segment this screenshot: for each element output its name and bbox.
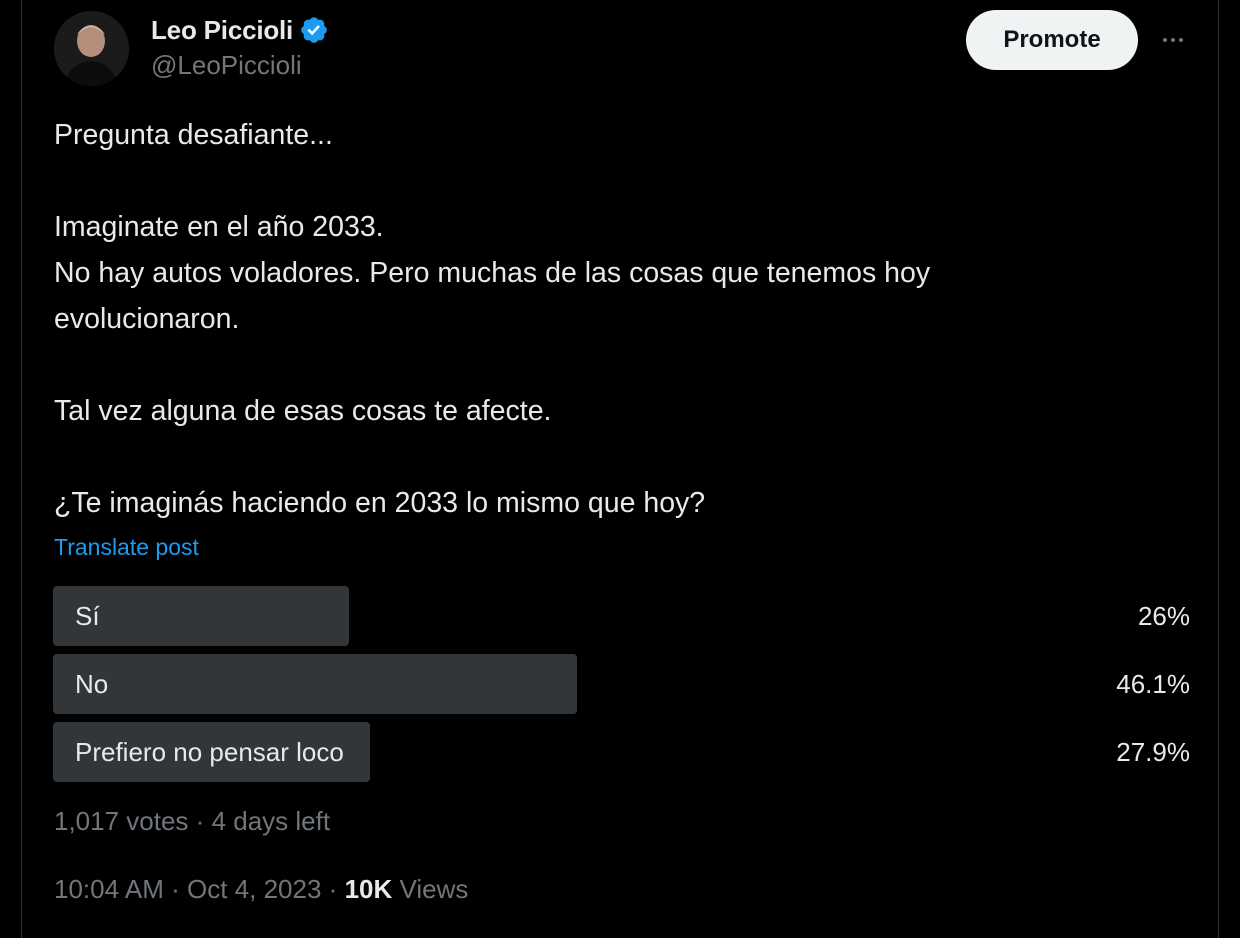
poll-option-percent: 26% bbox=[1137, 601, 1190, 631]
separator: · bbox=[171, 874, 180, 904]
poll-votes: 1,017 votes bbox=[54, 806, 189, 836]
avatar-image bbox=[54, 11, 129, 86]
promote-button[interactable]: Promote bbox=[966, 10, 1138, 70]
separator: · bbox=[328, 874, 338, 904]
post-meta: 10:04 AM · Oct 4, 2023 · 10K Views bbox=[54, 874, 468, 905]
display-name[interactable]: Leo Piccioli bbox=[151, 15, 293, 46]
post-date[interactable]: Oct 4, 2023 bbox=[187, 874, 321, 904]
author-name-row[interactable]: Leo Piccioli bbox=[151, 13, 329, 47]
poll-time-left: 4 days left bbox=[211, 806, 331, 836]
poll-bar bbox=[53, 654, 577, 714]
post-text-line: ¿Te imaginás haciendo en 2033 lo mismo q… bbox=[54, 487, 706, 519]
post-text-line: Tal vez alguna de esas cosas te afecte. bbox=[54, 395, 552, 427]
poll-option-label: No bbox=[75, 669, 109, 699]
poll-option-percent: 46.1% bbox=[1116, 669, 1190, 699]
poll-option-label: Sí bbox=[75, 601, 100, 631]
more-horizontal-icon[interactable] bbox=[1153, 24, 1193, 56]
poll-option-percent: 27.9% bbox=[1116, 737, 1190, 767]
views-label[interactable]: Views bbox=[400, 874, 469, 904]
avatar[interactable] bbox=[54, 11, 129, 86]
poll-option-no[interactable]: No 46.1% bbox=[53, 654, 1190, 714]
views-count[interactable]: 10K bbox=[345, 874, 393, 904]
poll-option-label: Prefiero no pensar loco bbox=[75, 737, 344, 767]
post-text-line: evolucionaron. bbox=[54, 303, 240, 335]
separator: · bbox=[195, 806, 205, 836]
post-text-line: Imaginate en el año 2033. bbox=[54, 211, 384, 243]
post-text-line: No hay autos voladores. Pero muchas de l… bbox=[54, 257, 931, 289]
author-handle[interactable]: @LeoPiccioli bbox=[151, 50, 302, 81]
poll-option-si[interactable]: Sí 26% bbox=[53, 586, 1190, 646]
verified-badge-icon[interactable] bbox=[299, 15, 329, 45]
post-time[interactable]: 10:04 AM bbox=[54, 874, 164, 904]
poll-meta: 1,017 votes · 4 days left bbox=[54, 806, 330, 837]
post-text-line: Pregunta desafiante... bbox=[54, 119, 333, 151]
translate-post-link[interactable]: Translate post bbox=[54, 534, 199, 561]
poll-option-prefiero[interactable]: Prefiero no pensar loco 27.9% bbox=[53, 722, 1190, 782]
